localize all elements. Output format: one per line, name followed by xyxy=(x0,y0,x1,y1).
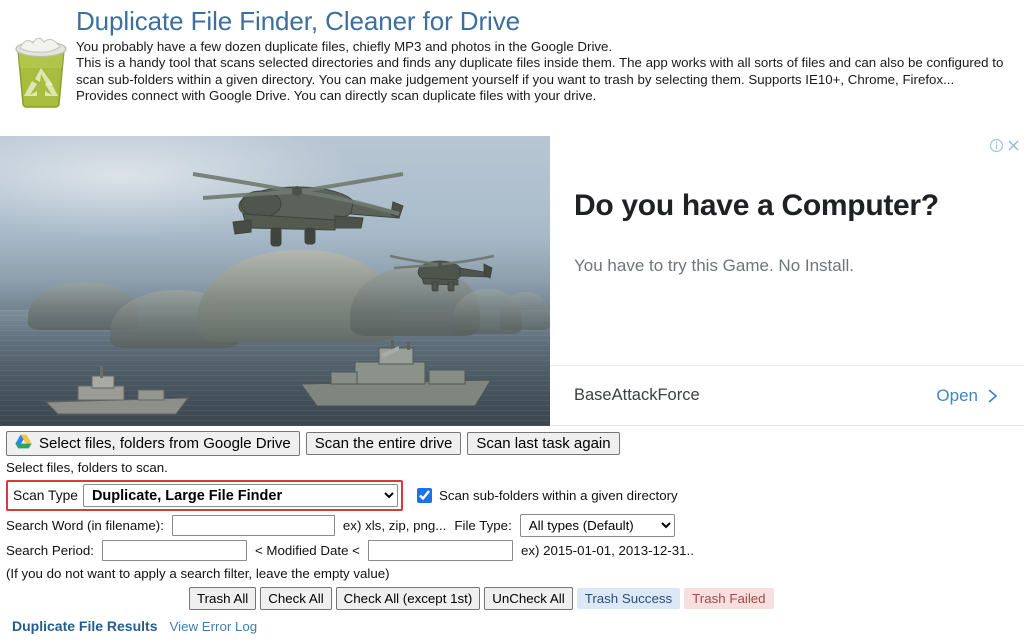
ad-open-button[interactable]: Open xyxy=(936,386,998,406)
select-files-hint: Select files, folders to scan. xyxy=(6,460,1024,475)
search-word-example: ex) xls, zip, png... xyxy=(343,518,446,533)
ad-ship-small-icon xyxy=(42,364,192,416)
select-files-label: Select files, folders from Google Drive xyxy=(39,435,291,452)
search-period-to-input[interactable] xyxy=(368,540,513,561)
duplicate-file-results-link[interactable]: Duplicate File Results xyxy=(12,618,157,634)
scan-type-label: Scan Type xyxy=(11,488,83,503)
advertisement-banner[interactable]: Do you have a Computer? You have to try … xyxy=(0,136,1024,426)
scan-type-row: Scan Type Duplicate, Large File Finder S… xyxy=(6,480,1024,511)
search-period-row: Search Period: < Modified Date < ex) 201… xyxy=(6,540,1024,561)
trash-success-badge[interactable]: Trash Success xyxy=(577,588,680,609)
description-line-2: This is a handy tool that scans selected… xyxy=(76,55,1014,88)
results-links: Duplicate File Results View Error Log xyxy=(6,618,1024,634)
description-line-1: You probably have a few dozen duplicate … xyxy=(76,39,1014,55)
page-title: Duplicate File Finder, Cleaner for Drive xyxy=(76,6,1014,36)
ad-subtext: You have to try this Game. No Install. xyxy=(574,256,1024,276)
modified-date-separator: < Modified Date < xyxy=(255,543,360,558)
bulk-actions-row: Trash All Check All Check All (except 1s… xyxy=(6,587,1024,610)
ad-brand-name: BaseAttackForce xyxy=(574,386,700,405)
ad-close-icon[interactable] xyxy=(1006,138,1021,153)
scan-entire-drive-button[interactable]: Scan the entire drive xyxy=(306,432,462,455)
ad-creative-image[interactable] xyxy=(0,136,550,426)
scan-type-select[interactable]: Duplicate, Large File Finder xyxy=(83,484,398,507)
file-type-select[interactable]: All types (Default) xyxy=(520,514,675,537)
app-header: Duplicate File Finder, Cleaner for Drive… xyxy=(0,0,1024,136)
recycle-bin-icon xyxy=(10,28,72,115)
scan-buttons-row: Select files, folders from Google Drive … xyxy=(6,431,1024,456)
ad-ship-large-icon xyxy=(295,340,495,410)
ad-controls[interactable] xyxy=(989,138,1021,153)
ad-helicopter-large-icon xyxy=(185,158,405,268)
header-text-block: Duplicate File Finder, Cleaner for Drive… xyxy=(72,6,1024,105)
search-period-label: Search Period: xyxy=(6,543,94,558)
scan-controls: Select files, folders from Google Drive … xyxy=(0,426,1024,634)
trash-failed-badge[interactable]: Trash Failed xyxy=(684,588,773,609)
search-period-from-input[interactable] xyxy=(102,540,247,561)
scan-subfolders-label: Scan sub-folders within a given director… xyxy=(439,488,678,503)
ad-footer: BaseAttackForce Open xyxy=(550,365,1024,425)
ad-open-label: Open xyxy=(936,386,978,406)
check-all-except-first-button[interactable]: Check All (except 1st) xyxy=(336,587,481,610)
search-filter-note: (If you do not want to apply a search fi… xyxy=(6,566,1024,581)
scan-last-task-again-button[interactable]: Scan last task again xyxy=(467,432,619,455)
view-error-log-link[interactable]: View Error Log xyxy=(169,619,257,634)
description-line-3: Provides connect with Google Drive. You … xyxy=(76,88,1014,104)
scan-subfolders-checkbox[interactable] xyxy=(417,488,432,503)
search-period-example: ex) 2015-01-01, 2013-12-31.. xyxy=(521,543,694,558)
uncheck-all-button[interactable]: UnCheck All xyxy=(484,587,572,610)
trash-all-button[interactable]: Trash All xyxy=(189,587,256,610)
app-page: Duplicate File Finder, Cleaner for Drive… xyxy=(0,0,1024,640)
ad-headline: Do you have a Computer? xyxy=(574,188,1024,224)
select-files-from-drive-button[interactable]: Select files, folders from Google Drive xyxy=(6,431,300,456)
ad-helicopter-small-icon xyxy=(388,244,496,296)
search-word-input[interactable] xyxy=(172,515,335,536)
chevron-right-icon xyxy=(987,388,998,404)
file-type-label: File Type: xyxy=(454,518,511,533)
scan-type-highlight: Scan Type Duplicate, Large File Finder xyxy=(6,480,403,511)
ad-text-panel: Do you have a Computer? You have to try … xyxy=(550,136,1024,425)
search-word-row: Search Word (in filename): ex) xls, zip,… xyxy=(6,514,1024,537)
check-all-button[interactable]: Check All xyxy=(260,587,331,610)
google-drive-icon xyxy=(15,434,32,453)
search-word-label: Search Word (in filename): xyxy=(6,518,164,533)
ad-info-icon[interactable] xyxy=(989,138,1004,153)
